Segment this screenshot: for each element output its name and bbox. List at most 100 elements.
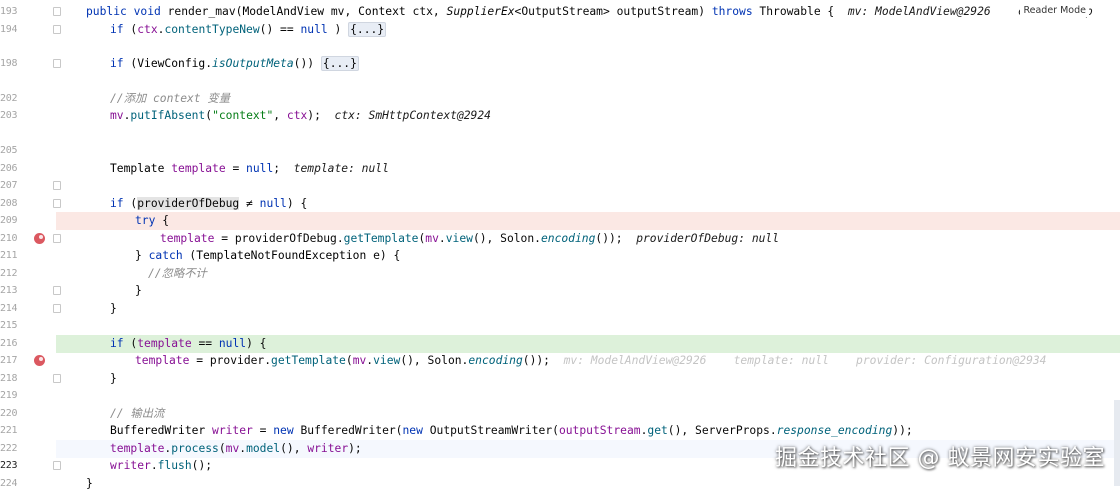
vertical-scrollbar[interactable] [1114, 400, 1120, 486]
code-token: providerOfDebug [137, 197, 240, 210]
code-token: if [110, 57, 131, 70]
fold-marker-icon[interactable] [52, 7, 61, 16]
code-token: template [110, 442, 165, 455]
code-line[interactable]: 211} catch (TemplateNotFoundException e)… [0, 247, 1120, 265]
code-token: throws [711, 5, 760, 18]
code-token: providerOfDebug. [234, 232, 344, 245]
fold-marker-icon[interactable] [52, 199, 61, 208]
code-token: outputStream) [616, 5, 712, 18]
code-token: , [273, 109, 287, 122]
code-text: //忽略不计 [148, 265, 207, 283]
code-line[interactable]: 194 if (ctx.contentTypeNew() == null ) {.… [0, 21, 1120, 39]
code-token: > [602, 5, 617, 18]
code-token: )); [892, 424, 913, 437]
code-token: writer [110, 459, 151, 472]
code-token: template [160, 232, 215, 245]
code-token: ()) [293, 57, 321, 70]
code-token: provider. [209, 354, 272, 367]
code-token: Solon. [500, 232, 541, 245]
code-text: // 输出流 [110, 405, 164, 423]
code-text: } [110, 370, 117, 388]
fold-marker-icon[interactable] [52, 286, 61, 295]
code-line[interactable]: 193 public void render_mav(ModelAndView m… [0, 3, 1120, 21]
code-token: ctx [137, 23, 158, 36]
code-line[interactable]: 207 [0, 177, 1120, 195]
code-token: void [133, 5, 168, 18]
code-token: isOutputMeta [212, 57, 294, 70]
code-line[interactable]: 213} [0, 282, 1120, 300]
code-token: } [135, 284, 142, 297]
code-token: new [402, 424, 430, 437]
code-token[interactable]: {...} [320, 56, 359, 71]
line-number: 194 [0, 24, 18, 35]
fold-marker-icon[interactable] [52, 181, 61, 190]
code-token: writer [212, 424, 253, 437]
code-line[interactable]: 215 [0, 317, 1120, 335]
code-token: == [191, 337, 219, 350]
code-line[interactable]: 220 // 输出流 [0, 405, 1120, 423]
line-number: 213 [0, 285, 18, 296]
code-token: //忽略不计 [148, 267, 207, 280]
fold-marker-icon[interactable] [52, 59, 61, 68]
code-token: // 输出流 [110, 407, 165, 420]
code-token: model [246, 442, 281, 455]
breakpoint-icon[interactable] [34, 355, 45, 366]
code-token: ); [348, 442, 362, 455]
fold-marker-icon[interactable] [52, 25, 61, 34]
code-text: if (ViewConfig.isOutputMeta()) {...} [110, 55, 359, 73]
code-text: template = provider.getTemplate(mv.view(… [135, 352, 1047, 370]
code-token: Solon. [427, 354, 469, 367]
code-token: putIfAbsent [130, 109, 206, 122]
code-line[interactable]: 214} [0, 300, 1120, 318]
fold-marker-icon[interactable] [52, 234, 61, 243]
code-line[interactable]: 224} [0, 475, 1120, 493]
code-token: response_encoding [776, 424, 893, 437]
code-token: OutputStreamWriter( [429, 424, 559, 437]
code-token: if [110, 337, 131, 350]
reader-mode-button[interactable]: Reader Mode [1020, 4, 1089, 17]
code-text: //添加 context 变量 [110, 90, 230, 108]
code-line[interactable]: 217 template = provider.getTemplate(mv.vi… [0, 352, 1120, 370]
code-line[interactable]: 218} [0, 370, 1120, 388]
breakpoint-icon[interactable] [34, 233, 45, 244]
code-line[interactable]: 206 Template template = null; template: n… [0, 160, 1120, 178]
fold-marker-icon[interactable] [52, 374, 61, 383]
code-line[interactable]: 198 if (ViewConfig.isOutputMeta()) {...} [0, 55, 1120, 73]
code-text: if (template == null) { [110, 335, 266, 353]
code-line[interactable]: 216 if (template == null) { [0, 335, 1120, 353]
code-line[interactable]: 208 if (providerOfDebug ≠ null) { [0, 195, 1120, 213]
code-line[interactable]: 212 //忽略不计 [0, 265, 1120, 283]
code-line[interactable]: 203 mv.putIfAbsent("context", ctx); ctx: … [0, 107, 1120, 125]
code-text: public void render_mav(ModelAndView mv, … [86, 3, 1093, 21]
code-token: encoding [540, 232, 596, 245]
code-token: null [246, 162, 274, 175]
code-token[interactable]: {...} [348, 22, 387, 37]
code-token: (), [472, 232, 501, 245]
line-number: 222 [0, 443, 18, 454]
code-line[interactable]: 205 [0, 142, 1120, 160]
code-token: ctx [286, 109, 308, 122]
inline-debug-value: mv: ModelAndView@2926 template: null pro… [563, 354, 1047, 367]
code-token: getTemplate [343, 232, 419, 245]
code-line[interactable]: 210 template = providerOfDebug.getTemplat… [0, 230, 1120, 248]
code-token: null [259, 197, 287, 210]
line-number: 217 [0, 355, 18, 366]
code-text: Template template = null; template: null [110, 160, 389, 178]
code-line[interactable]: 219 [0, 387, 1120, 405]
fold-marker-icon[interactable] [52, 461, 61, 470]
code-line[interactable]: 209 try { [0, 212, 1120, 230]
code-token: . [150, 459, 158, 472]
code-text: } [86, 475, 93, 493]
code-text: } [110, 300, 117, 318]
fold-marker-icon[interactable] [52, 304, 61, 313]
code-line[interactable]: 202 //添加 context 变量 [0, 90, 1120, 108]
code-text: template.process(mv.model(), writer); [110, 440, 362, 458]
code-line[interactable]: 221 BufferedWriter writer = new BufferedW… [0, 422, 1120, 440]
code-token: . [438, 232, 446, 245]
code-text: if (ctx.contentTypeNew() == null ) {...} [110, 21, 387, 39]
line-number: 221 [0, 425, 18, 436]
code-token: OutputStream [521, 5, 603, 18]
code-token: (), [400, 354, 428, 367]
code-editor[interactable]: 193 public void render_mav(ModelAndView m… [0, 0, 1120, 490]
code-token: Context [358, 5, 413, 18]
